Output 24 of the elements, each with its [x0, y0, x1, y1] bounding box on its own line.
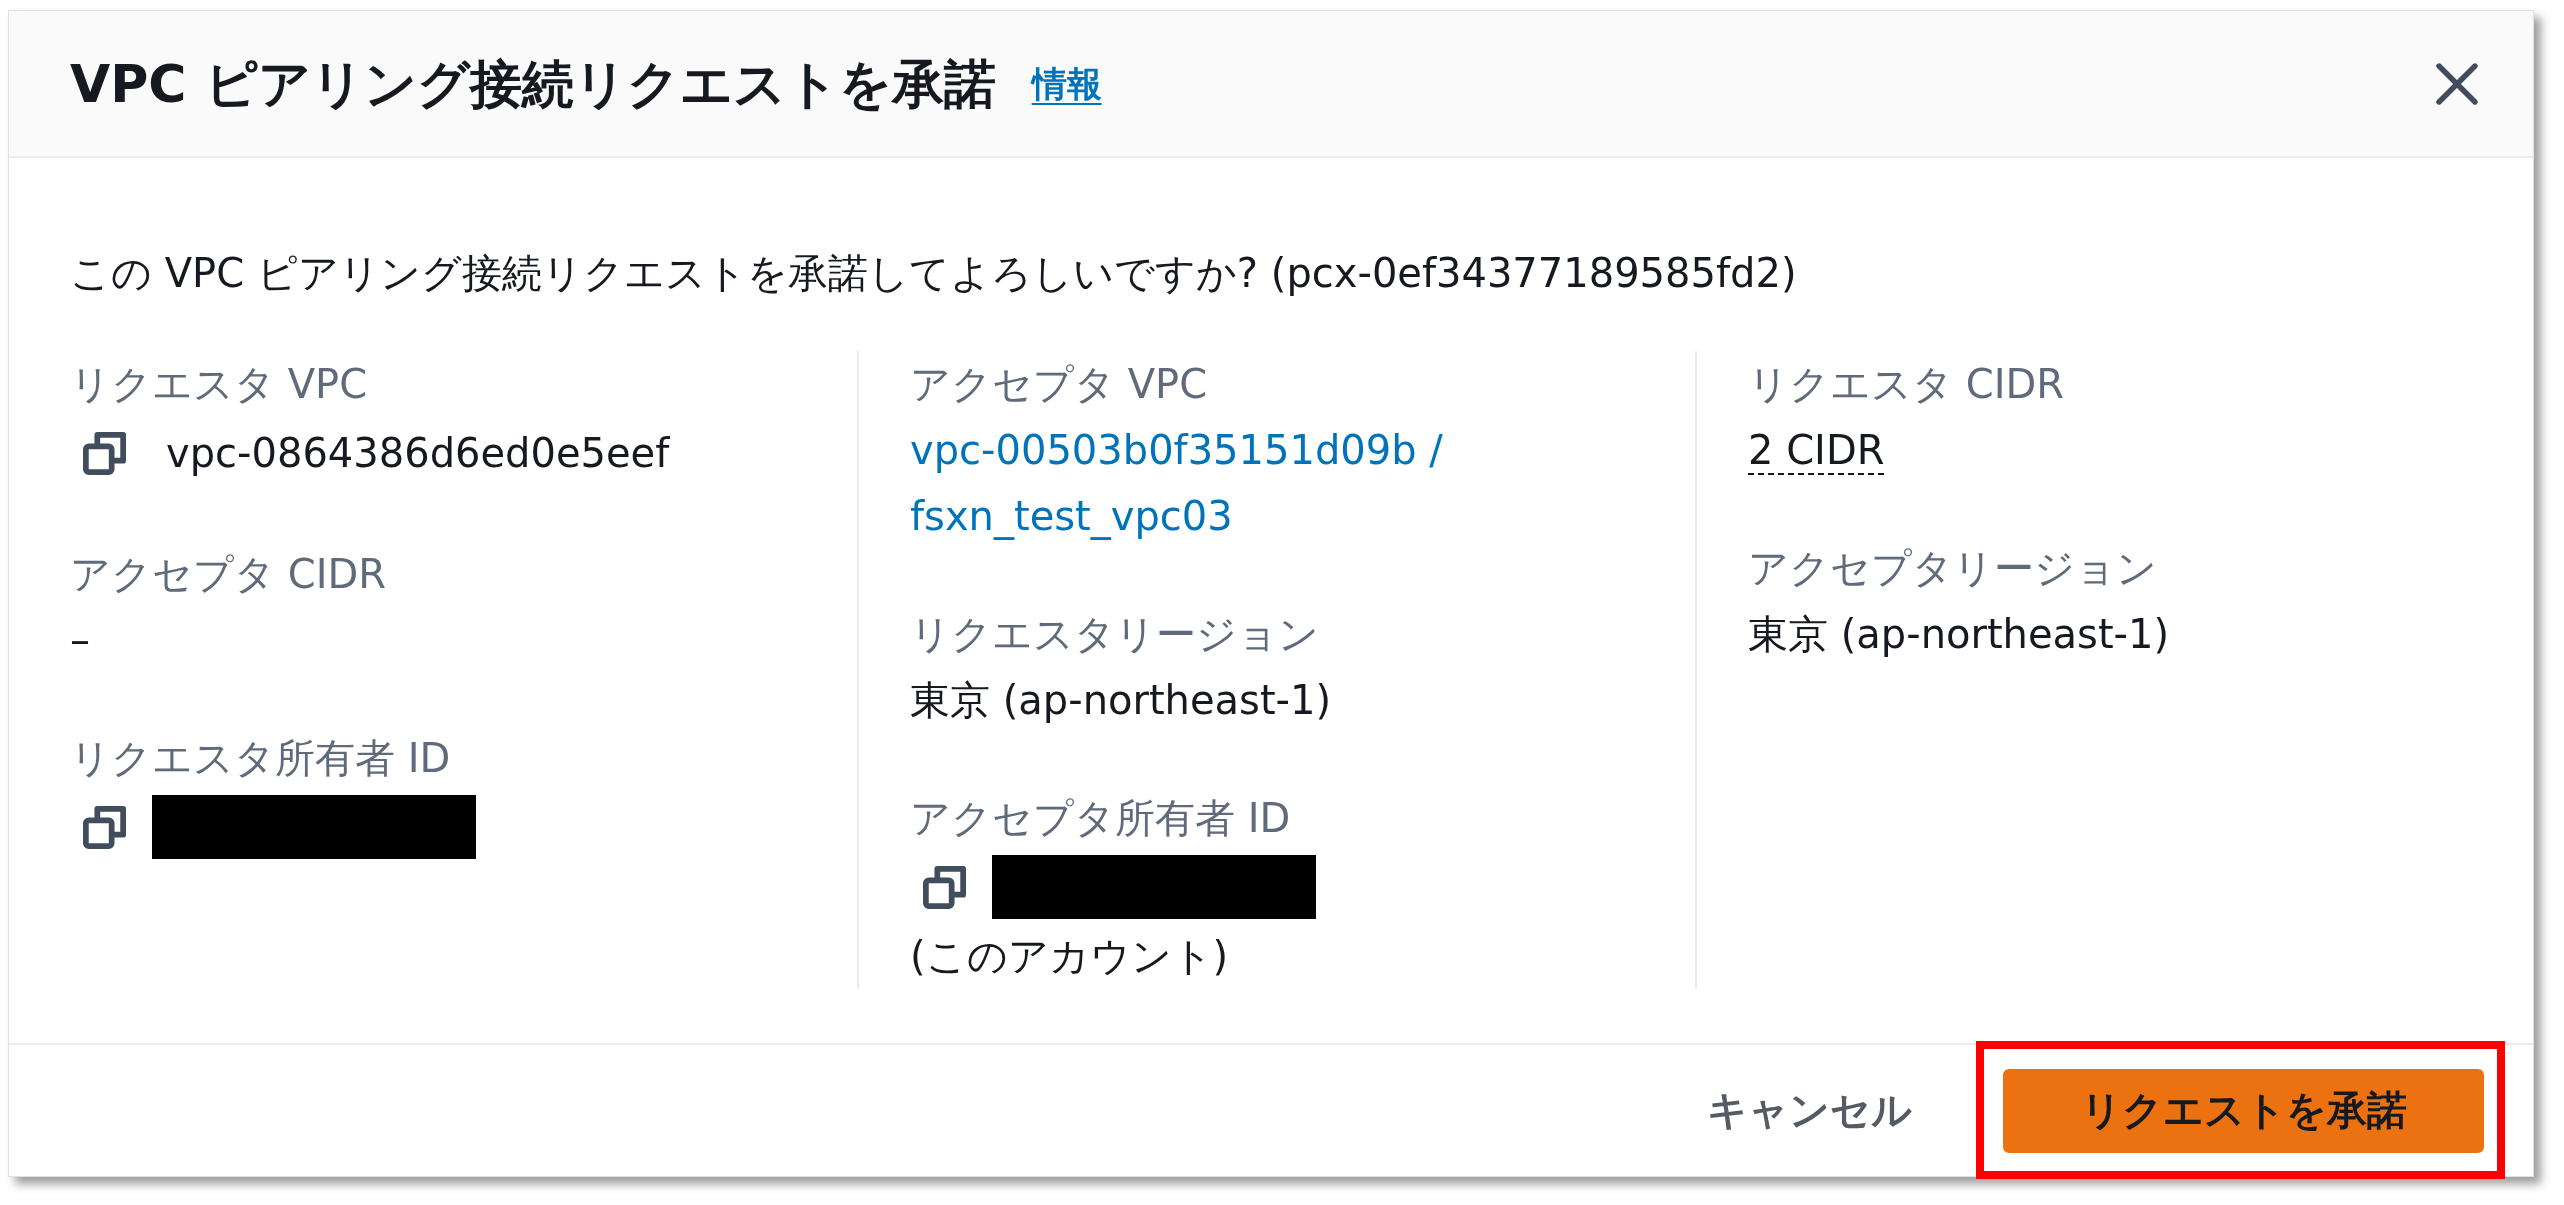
field-label: リクエスタ CIDR — [1748, 360, 2065, 409]
field-label: リクエスタ所有者 ID — [70, 734, 451, 783]
field-value: 東京 (ap-northeast-1) — [910, 676, 1332, 725]
cancel-button[interactable]: キャンセル — [1667, 1068, 1952, 1153]
field-label: アクセプタ所有者 ID — [910, 794, 1291, 843]
field-label: アクセプタリージョン — [1748, 544, 2157, 593]
copy-icon — [83, 805, 126, 849]
field-value: 東京 (ap-northeast-1) — [1748, 610, 2170, 659]
cidr-popover-text[interactable]: 2 CIDR — [1748, 427, 1885, 475]
copy-icon — [923, 865, 966, 909]
copy-icon — [83, 431, 126, 475]
account-note: (このアカウント) — [910, 932, 1229, 981]
vpc-link[interactable]: vpc-00503b0f35151d09b / fsxn_test_vpc03 — [910, 417, 1458, 549]
field-value: – — [70, 616, 90, 665]
modal-title: VPC ピアリング接続リクエストを承諾 — [70, 52, 996, 116]
close-icon — [2436, 62, 2478, 105]
info-link[interactable]: 情報 — [1031, 60, 1102, 107]
close-button[interactable] — [2436, 62, 2478, 105]
field-label: リクエスタリージョン — [910, 610, 1319, 659]
field-value: vpc-0864386d6ed0e5eef — [166, 429, 670, 478]
field-label: アクセプタ CIDR — [70, 550, 387, 599]
field-label: アクセプタ VPC — [910, 360, 1208, 409]
confirmation-text: この VPC ピアリング接続リクエストを承諾してよろしいですか? (pcx-0ef34377189585fd2) — [70, 249, 1797, 298]
field-label: リクエスタ VPC — [70, 360, 368, 409]
